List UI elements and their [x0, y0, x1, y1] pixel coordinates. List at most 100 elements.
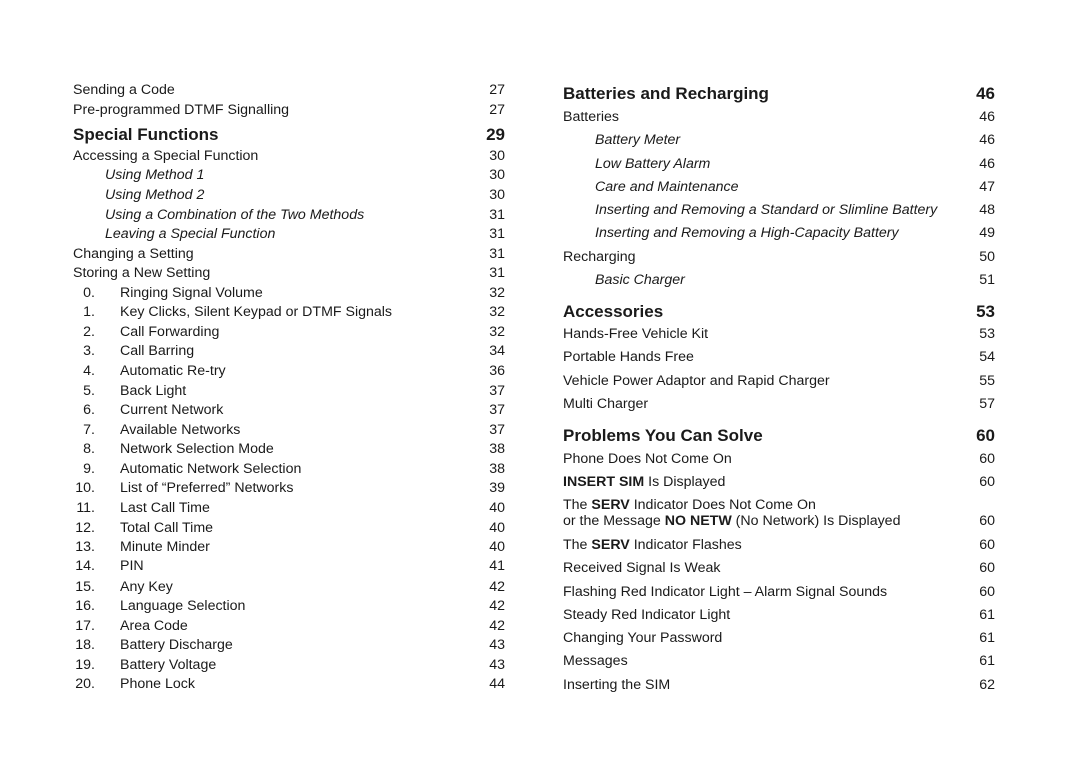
- toc-page-number: 60: [979, 474, 995, 490]
- toc-entry-title: List of “Preferred” Networks: [120, 480, 294, 496]
- toc-entry-title: Storing a New Setting: [73, 265, 211, 281]
- toc-entry-title: Leaving a Special Function: [105, 226, 276, 242]
- toc-entry-title: PIN: [120, 558, 144, 574]
- toc-entry-title: Area Code: [120, 618, 188, 634]
- toc-entry-bold-term: INSERT SIM: [563, 474, 645, 490]
- toc-entry-title: Flashing Red Indicator Light – Alarm Sig…: [563, 584, 888, 600]
- toc-entry-number: 17.: [75, 618, 95, 634]
- toc-page-number: 61: [979, 653, 995, 669]
- toc-entry-number: 7.: [83, 422, 95, 438]
- toc-entry-number: 20.: [75, 676, 95, 692]
- toc-entry-title: Using a Combination of the Two Methods: [105, 207, 365, 223]
- toc-entry-title: Inserting the SIM: [563, 677, 671, 693]
- toc-entry-title: Battery Meter: [595, 132, 681, 148]
- toc-page-number: 27: [489, 82, 505, 98]
- toc-entry-title: Battery Discharge: [120, 637, 233, 653]
- toc-page-number: 51: [979, 272, 995, 288]
- toc-entry-title: Language Selection: [120, 598, 246, 614]
- toc-page-number: 60: [979, 560, 995, 576]
- toc-entry-title: Inserting and Removing a Standard or Sli…: [595, 202, 938, 218]
- toc-page-number: 32: [489, 285, 505, 301]
- toc-entry-number: 5.: [83, 383, 95, 399]
- toc-entry-number: 15.: [75, 579, 95, 595]
- toc-entry-title: Messages: [563, 653, 628, 669]
- toc-entry-title: Batteries: [563, 109, 619, 125]
- toc-page-number: 39: [489, 480, 505, 496]
- toc-entry-title: Steady Red Indicator Light: [563, 607, 731, 623]
- toc-page-number: 37: [489, 402, 505, 418]
- toc-entry-title: Automatic Re-try: [120, 363, 226, 379]
- toc-entry-title: Low Battery Alarm: [595, 156, 711, 172]
- toc-entry-title: Total Call Time: [120, 520, 214, 536]
- toc-entry-bold-term: SERV: [591, 497, 630, 513]
- toc-page-number: 60: [979, 584, 995, 600]
- toc-entry-number: 4.: [83, 363, 95, 379]
- toc-entry-title: Call Forwarding: [120, 324, 220, 340]
- toc-entry-title: Any Key: [120, 579, 173, 595]
- toc-page-number: 42: [489, 618, 505, 634]
- toc-page-number: 46: [979, 109, 995, 125]
- toc-entry-title: Back Light: [120, 383, 187, 399]
- toc-entry-title: Network Selection Mode: [120, 441, 274, 457]
- toc-page-number: 40: [489, 520, 505, 536]
- toc-entry-number: 16.: [75, 598, 95, 614]
- toc-page-number: 30: [489, 148, 505, 164]
- toc-entry-title: The SERV Indicator Flashes: [563, 537, 742, 553]
- toc-entry-number: 10.: [75, 480, 95, 496]
- toc-entry-number: 11.: [76, 500, 95, 516]
- toc-page-number: 42: [489, 579, 505, 595]
- toc-page-number: 38: [489, 461, 505, 477]
- toc-entry-title: Pre-programmed DTMF Signalling: [73, 102, 290, 118]
- toc-entry-title: Call Barring: [120, 343, 195, 359]
- toc-entry-title: INSERT SIM Is Displayed: [563, 474, 726, 490]
- toc-entry-bold-term: NO NETW: [664, 513, 732, 529]
- toc-page-number: 29: [486, 125, 505, 144]
- toc-entry-title: Sending a Code: [73, 82, 175, 98]
- toc-page-number: 60: [979, 451, 995, 467]
- toc-page-number: 42: [489, 598, 505, 614]
- toc-entry-title: Multi Charger: [563, 396, 649, 412]
- toc-page-number: 37: [489, 422, 505, 438]
- toc-page-number: 46: [979, 156, 995, 172]
- toc-entry-number: 6.: [83, 402, 95, 418]
- toc-page-number: 60: [979, 537, 995, 553]
- toc-entry-title: Basic Charger: [595, 272, 685, 288]
- toc-page-number: 36: [489, 363, 505, 379]
- toc-entry-title: Batteries and Recharging: [563, 84, 769, 103]
- toc-page-number: 61: [979, 630, 995, 646]
- toc-entry-title: Last Call Time: [120, 500, 210, 516]
- toc-page-number: 47: [979, 179, 995, 195]
- toc-page-number: 53: [976, 302, 995, 321]
- toc-entry-bold-term: SERV: [591, 537, 630, 553]
- toc-page-number: 40: [489, 539, 505, 555]
- toc-page-number: 32: [489, 304, 505, 320]
- toc-page-number: 57: [979, 396, 995, 412]
- toc-page-number: 53: [979, 326, 995, 342]
- toc-entry-number: 14.: [75, 558, 95, 574]
- toc-entry-title: Accessing a Special Function: [73, 148, 259, 164]
- toc-entry-title: Portable Hands Free: [563, 349, 694, 365]
- toc-page-number: 27: [489, 102, 505, 118]
- toc-entry-number: 18.: [75, 637, 95, 653]
- toc-page-number: 43: [489, 637, 505, 653]
- toc-page-number: 54: [979, 349, 995, 365]
- toc-page-number: 49: [979, 225, 995, 241]
- toc-entry-title: Received Signal Is Weak: [563, 560, 721, 576]
- toc-entry-number: 0.: [83, 285, 95, 301]
- toc-entry-title: Hands-Free Vehicle Kit: [563, 326, 709, 342]
- toc-entry-title: Minute Minder: [120, 539, 210, 555]
- toc-entry-title: Special Functions: [73, 125, 219, 144]
- toc-page-number: 31: [489, 207, 505, 223]
- toc-page-number: 41: [489, 558, 505, 574]
- toc-entry-number: 1.: [83, 304, 95, 320]
- toc-page-number: 30: [489, 187, 505, 203]
- toc-page-number: 31: [489, 226, 505, 242]
- toc-page-number: 62: [979, 677, 995, 693]
- toc-entry-title: Inserting and Removing a High-Capacity B…: [595, 225, 899, 241]
- toc-page-number: 60: [976, 426, 995, 445]
- toc-entry-number: 13.: [75, 539, 95, 555]
- toc-entry-title: Recharging: [563, 249, 636, 265]
- toc-entry-title: Vehicle Power Adaptor and Rapid Charger: [563, 373, 830, 389]
- toc-page-number: 46: [976, 84, 995, 103]
- toc-entry-title: Phone Does Not Come On: [563, 451, 732, 467]
